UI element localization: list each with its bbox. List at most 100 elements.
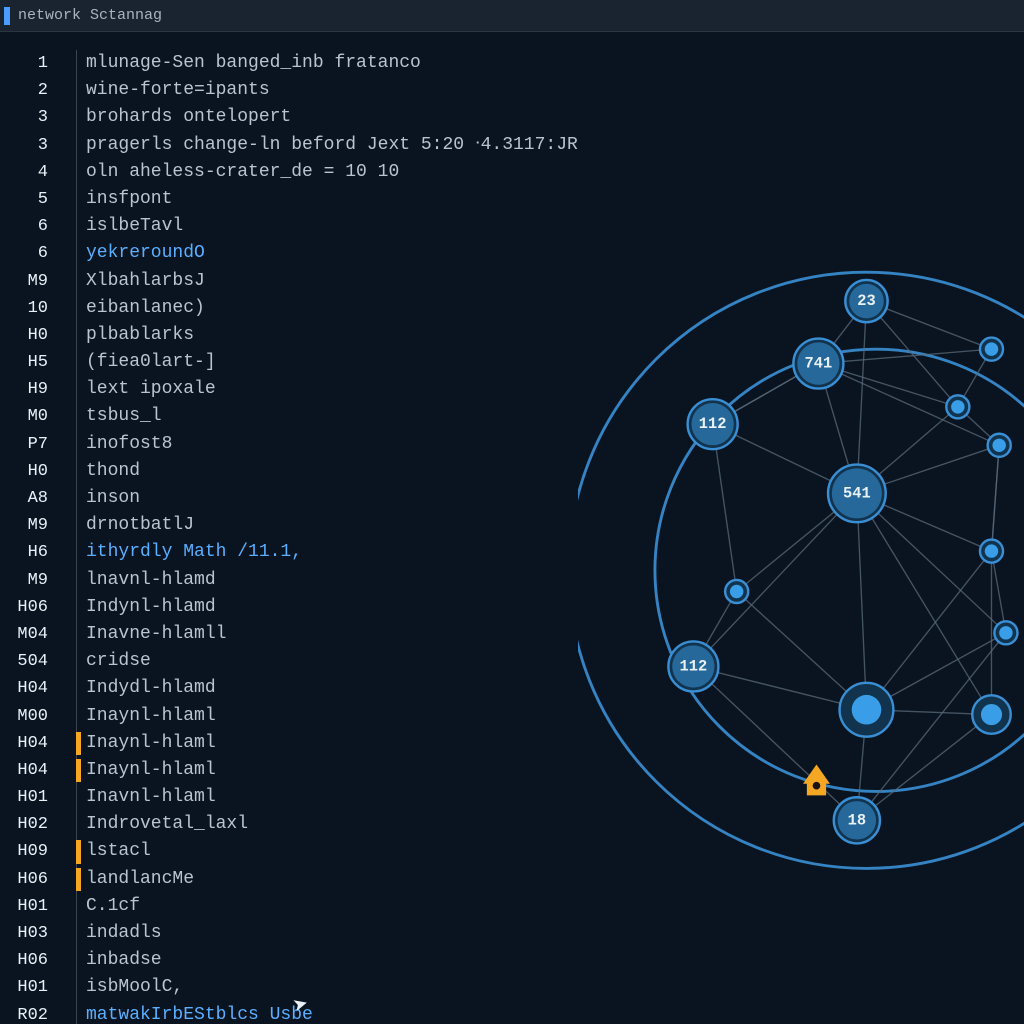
code-line[interactable]: Inaynl-hlaml bbox=[62, 730, 578, 757]
graph-node[interactable] bbox=[972, 695, 1010, 733]
graph-node[interactable] bbox=[980, 540, 1003, 563]
line-number: H01 bbox=[0, 893, 62, 920]
code-line[interactable]: matwakIrbEStblcs Usbe bbox=[62, 1002, 578, 1024]
modified-marker bbox=[76, 732, 81, 755]
code-line[interactable]: lstacl bbox=[62, 838, 578, 865]
svg-text:23: 23 bbox=[857, 292, 875, 310]
code-line[interactable]: Inaynl-hlaml bbox=[62, 757, 578, 784]
graph-node[interactable] bbox=[839, 683, 893, 737]
line-number: H06 bbox=[0, 594, 62, 621]
modified-marker bbox=[76, 840, 81, 863]
line-number: 3 bbox=[0, 104, 62, 131]
code-area[interactable]: mlunage-Sen banged_inb fratancowine-fort… bbox=[62, 50, 578, 1024]
line-number: H01 bbox=[0, 974, 62, 1001]
modified-marker bbox=[76, 759, 81, 782]
line-number: P7 bbox=[0, 431, 62, 458]
code-line[interactable]: thond bbox=[62, 458, 578, 485]
graph-node-23[interactable]: 23 bbox=[845, 280, 887, 322]
code-line[interactable]: eibanlanec) bbox=[62, 295, 578, 322]
line-number: M0 bbox=[0, 403, 62, 430]
svg-text:18: 18 bbox=[847, 811, 865, 829]
line-gutter: 12334566M910H0H5H9M0P7H0A8M9H6M9H06M0450… bbox=[0, 50, 62, 1024]
network-graph-panel[interactable]: 23 741 112 541 112 18 bbox=[578, 32, 1024, 1024]
code-line[interactable]: tsbus_l bbox=[62, 403, 578, 430]
code-line[interactable]: Inavne-hlamll bbox=[62, 621, 578, 648]
graph-node[interactable] bbox=[987, 434, 1010, 457]
svg-text:112: 112 bbox=[679, 657, 707, 675]
code-line[interactable]: insfpont bbox=[62, 186, 578, 213]
code-line[interactable]: lnavnl-hlamd bbox=[62, 567, 578, 594]
network-graph[interactable]: 23 741 112 541 112 18 bbox=[578, 32, 1024, 1024]
code-line[interactable]: pragerls change-ln beford Jext 5:20 ⋅4.3… bbox=[62, 132, 578, 159]
line-number: M9 bbox=[0, 268, 62, 295]
code-line[interactable]: inofost8 bbox=[62, 431, 578, 458]
graph-edge bbox=[693, 493, 856, 666]
graph-node[interactable] bbox=[994, 621, 1017, 644]
code-line[interactable]: plbablarks bbox=[62, 322, 578, 349]
graph-edge bbox=[991, 445, 999, 551]
graph-node[interactable] bbox=[980, 338, 1003, 361]
code-line[interactable]: Indynl-hlamd bbox=[62, 594, 578, 621]
code-line[interactable]: oln aheless-crater_de = 10 10 bbox=[62, 159, 578, 186]
line-number: 2 bbox=[0, 77, 62, 104]
line-number: H01 bbox=[0, 784, 62, 811]
code-line[interactable]: cridse bbox=[62, 648, 578, 675]
code-line[interactable]: inson bbox=[62, 485, 578, 512]
line-number: H5 bbox=[0, 349, 62, 376]
graph-node-741[interactable]: 741 bbox=[793, 339, 843, 389]
modified-marker bbox=[76, 868, 81, 891]
graph-node-112[interactable]: 112 bbox=[687, 399, 737, 449]
line-number: H04 bbox=[0, 730, 62, 757]
code-line[interactable]: Indrovetal_laxl bbox=[62, 811, 578, 838]
code-line[interactable]: inbadse bbox=[62, 947, 578, 974]
line-number: 5 bbox=[0, 186, 62, 213]
svg-text:541: 541 bbox=[843, 484, 871, 502]
line-number: H0 bbox=[0, 322, 62, 349]
line-number: 504 bbox=[0, 648, 62, 675]
line-number: 1 bbox=[0, 50, 62, 77]
code-line[interactable]: Inaynl-hlaml bbox=[62, 703, 578, 730]
graph-edge bbox=[818, 364, 999, 446]
line-number: H9 bbox=[0, 376, 62, 403]
line-number: H06 bbox=[0, 866, 62, 893]
lock-icon bbox=[803, 765, 830, 796]
code-line[interactable]: indadls bbox=[62, 920, 578, 947]
line-number: M00 bbox=[0, 703, 62, 730]
code-line[interactable]: drnotbatlJ bbox=[62, 512, 578, 539]
code-line[interactable]: wine-forte=ipants bbox=[62, 77, 578, 104]
code-line[interactable]: isbMoolC, bbox=[62, 974, 578, 1001]
code-editor[interactable]: 12334566M910H0H5H9M0P7H0A8M9H6M9H06M0450… bbox=[0, 32, 578, 1024]
graph-node[interactable] bbox=[946, 395, 969, 418]
line-number: A8 bbox=[0, 485, 62, 512]
code-line[interactable]: mlunage-Sen banged_inb fratanco bbox=[62, 50, 578, 77]
window-title: network Sctannag bbox=[18, 7, 162, 24]
line-number: M04 bbox=[0, 621, 62, 648]
line-number: M9 bbox=[0, 567, 62, 594]
main-area: 12334566M910H0H5H9M0P7H0A8M9H6M9H06M0450… bbox=[0, 32, 1024, 1024]
svg-text:112: 112 bbox=[699, 415, 727, 433]
line-number: H04 bbox=[0, 757, 62, 784]
line-number: R02 bbox=[0, 1002, 62, 1024]
code-line[interactable]: (fiea0lart-] bbox=[62, 349, 578, 376]
code-line[interactable]: islbeTavl bbox=[62, 213, 578, 240]
line-number: 6 bbox=[0, 213, 62, 240]
line-number: H09 bbox=[0, 838, 62, 865]
code-line[interactable]: brohards ontelopert bbox=[62, 104, 578, 131]
code-line[interactable]: yekreroundO bbox=[62, 240, 578, 267]
code-line[interactable]: Indydl-hlamd bbox=[62, 675, 578, 702]
line-number: H0 bbox=[0, 458, 62, 485]
graph-node[interactable] bbox=[725, 580, 748, 603]
code-line[interactable]: C.1cf bbox=[62, 893, 578, 920]
graph-node-541[interactable]: 541 bbox=[828, 465, 886, 523]
title-bar: network Sctannag bbox=[0, 0, 1024, 32]
line-number: 6 bbox=[0, 240, 62, 267]
line-number: 4 bbox=[0, 159, 62, 186]
code-line[interactable]: ithyrdly Math /11.1, bbox=[62, 539, 578, 566]
code-line[interactable]: XlbahlarbsJ bbox=[62, 268, 578, 295]
graph-edge bbox=[866, 551, 991, 710]
code-line[interactable]: lext ipoxale bbox=[62, 376, 578, 403]
graph-node-18[interactable]: 18 bbox=[834, 797, 880, 843]
code-line[interactable]: landlancMe bbox=[62, 866, 578, 893]
graph-node-112[interactable]: 112 bbox=[668, 641, 718, 691]
code-line[interactable]: Inavnl-hlaml bbox=[62, 784, 578, 811]
